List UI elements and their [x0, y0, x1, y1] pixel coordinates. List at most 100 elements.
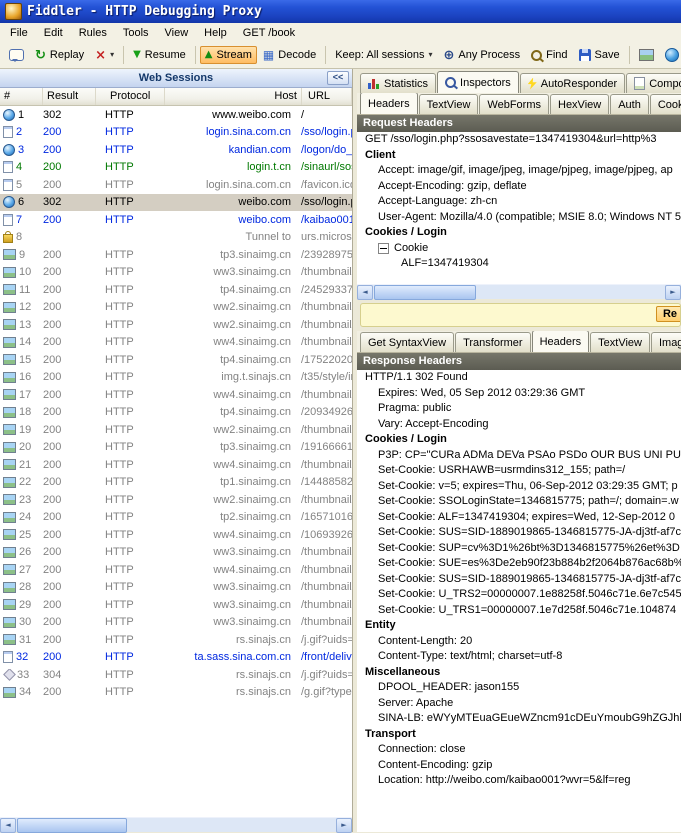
tab-webforms[interactable]: WebForms — [479, 94, 549, 114]
tab-inspectors[interactable]: Inspectors — [437, 71, 519, 93]
tab-hexview[interactable]: HexView — [550, 94, 609, 114]
session-row[interactable]: 31200HTTPrs.sinajs.cn/j.gif?uids=1421 — [0, 631, 352, 649]
scroll-right-button[interactable] — [665, 285, 681, 300]
menu-item[interactable]: Rules — [71, 25, 115, 41]
scrollbar-thumb[interactable] — [17, 818, 127, 833]
main-tab-strip: StatisticsInspectorsAutoResponderCompose… — [357, 69, 681, 93]
scrollbar-thumb[interactable] — [374, 285, 476, 300]
stream-toggle[interactable]: Stream — [200, 46, 257, 64]
globe-icon — [3, 144, 15, 156]
comment-button[interactable] — [4, 46, 29, 64]
url-cell: /kaibao001?wvr- — [295, 214, 352, 226]
session-row[interactable]: 34200HTTPrs.sinajs.cn/g.gif?type=1&t — [0, 684, 352, 702]
column-header[interactable]: Result — [43, 88, 96, 105]
menu-item[interactable]: GET /book — [235, 25, 303, 41]
tab-transformer[interactable]: Transformer — [455, 332, 531, 352]
collapse-toggle-icon[interactable] — [378, 243, 389, 254]
collapse-panel-button[interactable]: << — [327, 71, 349, 85]
session-row[interactable]: 26200HTTPww3.sinaimg.cn/thumbnail/9b62 — [0, 544, 352, 562]
protocol-cell: HTTP — [91, 406, 159, 418]
scroll-left-button[interactable] — [357, 285, 373, 300]
session-row[interactable]: 20200HTTPtp3.sinaimg.cn/1916666114/50 — [0, 439, 352, 457]
replay-button[interactable]: Replay — [30, 46, 89, 65]
column-header[interactable]: # — [0, 88, 43, 105]
session-row[interactable]: 21200HTTPww4.sinaimg.cn/thumbnail/6106 — [0, 456, 352, 474]
menu-item[interactable]: Help — [196, 25, 235, 41]
session-row[interactable]: 25200HTTPww4.sinaimg.cn/1069392615/50 — [0, 526, 352, 544]
host-cell: ww4.sinaimg.cn — [159, 459, 295, 471]
tab-statistics[interactable]: Statistics — [360, 73, 436, 93]
column-header[interactable]: URL — [302, 88, 352, 105]
session-row[interactable]: 19200HTTPww2.sinaimg.cn/thumbnail/6391 — [0, 421, 352, 439]
session-row[interactable]: 9200HTTPtp3.sinaimg.cn/2392897554/5 — [0, 246, 352, 264]
session-row[interactable]: 30200HTTPww3.sinaimg.cn/thumbnail/624c — [0, 614, 352, 632]
session-row[interactable]: 3200HTTPkandian.com/logon/do_cross — [0, 141, 352, 159]
tab-textview[interactable]: TextView — [590, 332, 650, 352]
url-cell: /logon/do_cross — [295, 144, 352, 156]
tab-label: Get SyntaxView — [368, 337, 446, 349]
session-row[interactable]: 7200HTTPweibo.com/kaibao001?wvr- — [0, 211, 352, 229]
sessions-horizontal-scrollbar[interactable] — [0, 817, 352, 832]
session-row[interactable]: 24200HTTPtp2.sinaimg.cn/1657101625/50 — [0, 509, 352, 527]
decode-toggle[interactable]: Decode — [258, 46, 321, 64]
session-number-cell: 21 — [0, 459, 39, 471]
session-row[interactable]: 8Tunnel tours.microsoft.com — [0, 229, 352, 247]
session-number: 15 — [19, 354, 31, 366]
menu-item[interactable]: Tools — [115, 25, 157, 41]
session-row[interactable]: 22200HTTPtp1.sinaimg.cn/1448858232/50 — [0, 474, 352, 492]
session-row[interactable]: 14200HTTPww4.sinaimg.cn/thumbnail/6482 — [0, 334, 352, 352]
session-row[interactable]: 27200HTTPww4.sinaimg.cn/thumbnail/61e6 — [0, 561, 352, 579]
tab-cookies[interactable]: Cookies — [650, 94, 681, 114]
column-header[interactable]: Protocol — [96, 88, 165, 105]
find-button[interactable]: Find — [526, 46, 572, 64]
tab-auth[interactable]: Auth — [610, 94, 649, 114]
session-row[interactable]: 17200HTTPww4.sinaimg.cn/thumbnail/6870 — [0, 386, 352, 404]
session-row[interactable]: 5200HTTPlogin.sina.com.cn/favicon.ico — [0, 176, 352, 194]
request-horizontal-scrollbar[interactable] — [357, 284, 681, 299]
session-row[interactable]: 1302HTTPwww.weibo.com/ — [0, 106, 352, 124]
session-row[interactable]: 15200HTTPtp4.sinaimg.cn/1752202027/50 — [0, 351, 352, 369]
session-row[interactable]: 18200HTTPtp4.sinaimg.cn/2093492691/50 — [0, 404, 352, 422]
decode-response-button[interactable]: Re — [656, 306, 681, 322]
session-row[interactable]: 28200HTTPww3.sinaimg.cn/thumbnail/56ab — [0, 579, 352, 597]
scroll-left-button[interactable] — [0, 818, 16, 833]
browse-button[interactable]: Br — [660, 45, 681, 65]
session-row[interactable]: 6302HTTPweibo.com/sso/login.php?s — [0, 194, 352, 212]
screenshot-button[interactable] — [634, 46, 659, 64]
save-button[interactable]: Save — [574, 46, 625, 64]
session-row[interactable]: 4200HTTPlogin.t.cn/sinaurl/sos.jsor — [0, 159, 352, 177]
protocol-cell: HTTP — [91, 459, 159, 471]
tab-headers[interactable]: Headers — [360, 93, 418, 114]
header-item: Accept: image/gif, image/jpeg, image/pjp… — [357, 163, 681, 179]
any-process-button[interactable]: Any Process — [438, 46, 525, 65]
session-row[interactable]: 12200HTTPww2.sinaimg.cn/thumbnail/9234 — [0, 299, 352, 317]
tab-get-syntaxview[interactable]: Get SyntaxView — [360, 332, 454, 352]
session-row[interactable]: 33304HTTPrs.sinajs.cn/j.gif?uids=2072 — [0, 666, 352, 684]
keep-sessions-dropdown[interactable]: Keep: All sessions — [330, 46, 437, 64]
session-row[interactable]: 32200HTTPta.sass.sina.com.cn/front/deliv… — [0, 649, 352, 667]
column-header[interactable]: Host — [165, 88, 302, 105]
session-row[interactable]: 13200HTTPww2.sinaimg.cn/thumbnail/8fac — [0, 316, 352, 334]
menu-item[interactable]: Edit — [36, 25, 71, 41]
resume-button[interactable]: Resume — [128, 46, 191, 64]
menu-item[interactable]: View — [157, 25, 197, 41]
img-icon — [3, 582, 16, 593]
session-row[interactable]: 23200HTTPww2.sinaimg.cn/thumbnail/93b8 — [0, 491, 352, 509]
session-row[interactable]: 11200HTTPtp4.sinaimg.cn/2452933723/5 — [0, 281, 352, 299]
tab-headers[interactable]: Headers — [532, 331, 590, 352]
menu-item[interactable]: File — [2, 25, 36, 41]
tab-imageview[interactable]: ImageView — [651, 332, 681, 352]
session-row[interactable]: 16200HTTPimg.t.sinajs.cn/t35/style/image — [0, 369, 352, 387]
session-row[interactable]: 10200HTTPww3.sinaimg.cn/thumbnail/3feb — [0, 264, 352, 282]
scroll-right-button[interactable] — [336, 818, 352, 833]
img-icon — [3, 599, 16, 610]
session-row[interactable]: 29200HTTPww3.sinaimg.cn/thumbnail/684f — [0, 596, 352, 614]
decode-label: Decode — [278, 49, 316, 61]
tab-autoresponder[interactable]: AutoResponder — [520, 73, 625, 93]
remove-sessions-button[interactable] — [90, 46, 119, 65]
request-sections: ClientAccept: image/gif, image/jpeg, ima… — [357, 148, 681, 272]
encoded-response-notice[interactable]: Re — [360, 303, 681, 327]
tab-composer[interactable]: Composer — [626, 73, 681, 93]
tab-textview[interactable]: TextView — [419, 94, 479, 114]
session-row[interactable]: 2200HTTPlogin.sina.com.cn/sso/login.php?… — [0, 124, 352, 142]
